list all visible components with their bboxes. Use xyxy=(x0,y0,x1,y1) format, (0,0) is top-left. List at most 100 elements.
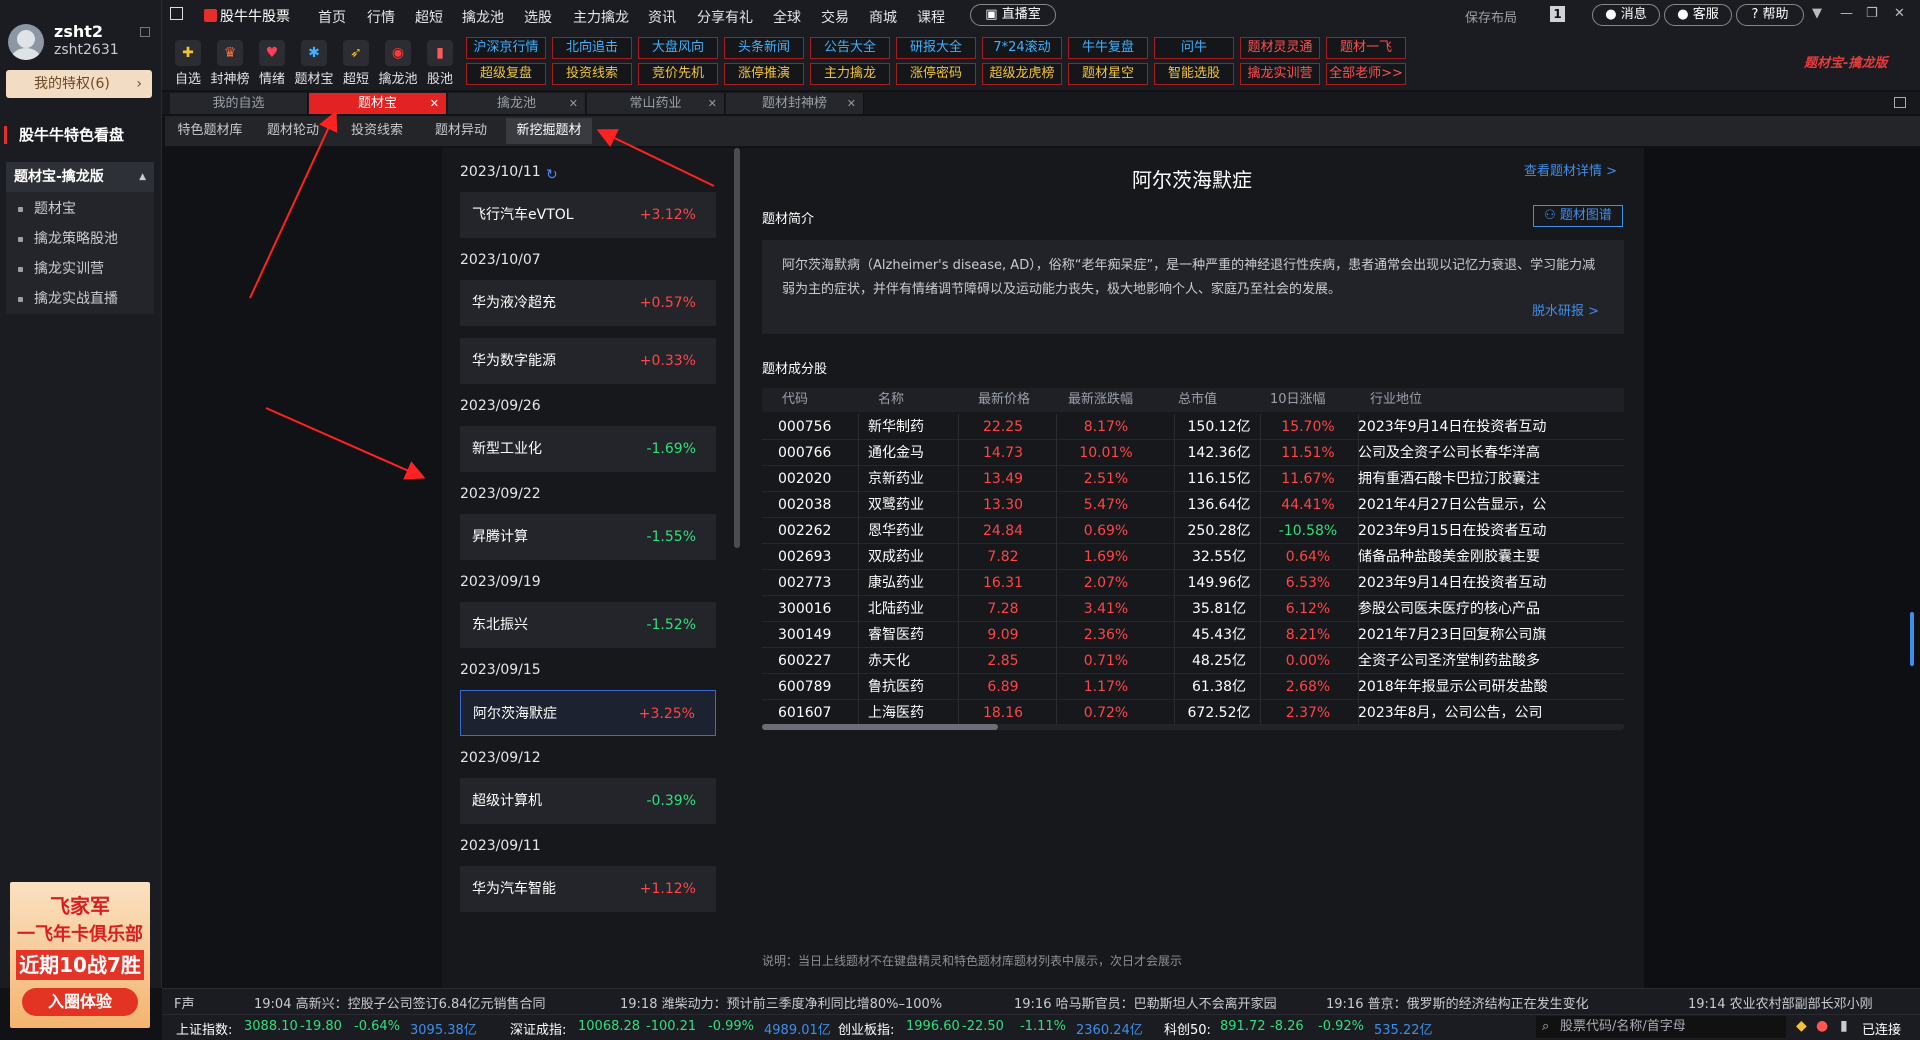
promo-join-button[interactable]: 入圈体验 xyxy=(22,988,138,1016)
tab-dragon-pool[interactable]: 擒龙池 ✕ xyxy=(448,93,586,114)
timeline-theme-item[interactable]: 飞行汽车eVTOL +3.12% xyxy=(460,192,716,238)
ticker-news[interactable]: 19:16 普京：俄罗斯的经济结构正在发生变化 xyxy=(1326,993,1589,1012)
quick-button-9[interactable]: 题材灵灵通 xyxy=(1240,37,1320,59)
privilege-button[interactable]: 我的特权(6) › xyxy=(6,70,152,98)
table-row[interactable]: 000756 新华制药 22.25 8.17% 150.12亿 15.70% 2023年9月… xyxy=(762,414,1624,440)
research-report-link[interactable]: 脱水研报 > xyxy=(1532,300,1599,319)
sidebar-item-training-camp[interactable]: 擒龙实训营 xyxy=(6,254,154,284)
col-price[interactable]: 最新价格 xyxy=(978,388,1030,412)
layout-number[interactable]: 1 xyxy=(1550,6,1565,22)
timeline-theme-item[interactable]: 东北振兴 -1.52% xyxy=(460,602,716,648)
quick-button-row2-8[interactable]: 智能选股 xyxy=(1154,63,1234,85)
nav-trade[interactable]: 交易 xyxy=(821,7,849,27)
quick-button-row2-9[interactable]: 擒龙实训营 xyxy=(1240,63,1320,85)
quick-button-row2-0[interactable]: 超级复盘 xyxy=(466,63,546,85)
ticker-news[interactable]: 19:18 潍柴动力：预计前三季度净利同比增80%–100% xyxy=(620,993,942,1012)
messages-button[interactable]: ● 消息 xyxy=(1592,4,1660,26)
stock-search-input[interactable]: ⌕ 股票代码/名称/首字母 xyxy=(1536,1016,1786,1038)
quick-button-row2-6[interactable]: 超级龙虎榜 xyxy=(982,63,1062,85)
quick-button-10[interactable]: 题材一飞 xyxy=(1326,37,1406,59)
quick-button-2[interactable]: 大盘风向 xyxy=(638,37,718,59)
close-tab-icon[interactable]: ✕ xyxy=(847,93,856,114)
timeline-theme-item[interactable]: 华为汽车智能 +1.12% xyxy=(460,866,716,912)
sidebar-item-strategy-pool[interactable]: 擒龙策略股池 xyxy=(6,224,154,254)
timeline-theme-item[interactable]: 新型工业化 -1.69% xyxy=(460,426,716,472)
tab-watchlist[interactable]: 我的自选 xyxy=(170,93,308,114)
quick-button-row2-10[interactable]: 全部老师>> xyxy=(1326,63,1406,85)
close-icon[interactable]: ✕ xyxy=(1894,6,1905,21)
table-row[interactable]: 002020 京新药业 13.49 2.51% 116.15亿 11.67% 拥有重酒石酸卡… xyxy=(762,466,1624,492)
bell-icon[interactable]: ● xyxy=(1816,1018,1828,1034)
subtab-rotation[interactable]: 题材轮动 xyxy=(256,118,330,144)
panel-minimize-icon[interactable] xyxy=(1894,97,1906,108)
close-tab-icon[interactable]: ✕ xyxy=(430,93,439,114)
tab-hall-of-fame[interactable]: 题材封神榜 ✕ xyxy=(726,93,864,114)
sidebar-item-ticaibao[interactable]: 题材宝 xyxy=(6,194,154,224)
service-button[interactable]: ● 客服 xyxy=(1664,4,1732,26)
window-menu-icon[interactable] xyxy=(170,7,183,20)
quick-button-row2-7[interactable]: 题材星空 xyxy=(1068,63,1148,85)
nav-global[interactable]: 全球 xyxy=(773,7,801,27)
col-10d-change[interactable]: 10日涨幅 xyxy=(1270,388,1326,412)
nav-quotes[interactable]: 行情 xyxy=(367,7,395,27)
ticker-news[interactable]: 19:16 哈马斯官员：巴勒斯坦人不会离开家园 xyxy=(1014,993,1277,1012)
theme-map-button[interactable]: ⚇ 题材图谱 xyxy=(1533,205,1623,227)
tab-changshan[interactable]: 常山药业 ✕ xyxy=(587,93,725,114)
nav-dragon-pool[interactable]: 擒龙池 xyxy=(462,7,504,27)
save-layout-button[interactable]: 保存布局 xyxy=(1465,7,1517,26)
quick-button-row2-4[interactable]: 主力擒龙 xyxy=(810,63,890,85)
minimize-icon[interactable]: — xyxy=(1840,6,1853,21)
sidebar-item-live[interactable]: 擒龙实战直播 xyxy=(6,284,154,314)
dropdown-icon[interactable]: ▼ xyxy=(1812,6,1822,21)
table-row[interactable]: 002773 康弘药业 16.31 2.07% 149.96亿 6.53% 2023年9月1… xyxy=(762,570,1624,596)
quick-button-0[interactable]: 沪深京行情 xyxy=(466,37,546,59)
col-code[interactable]: 代码 xyxy=(782,388,808,412)
live-room-button[interactable]: ▣ 直播室 xyxy=(970,4,1056,26)
quick-button-row2-5[interactable]: 涨停密码 xyxy=(896,63,976,85)
table-row[interactable]: 002693 双成药业 7.82 1.69% 32.55亿 0.64% 储备品种盐酸美金刚胶… xyxy=(762,544,1624,570)
ticker-news[interactable]: 19:14 农业农村部副部长邓小刚 xyxy=(1688,993,1873,1012)
quick-button-row2-1[interactable]: 投资线索 xyxy=(552,63,632,85)
quick-button-1[interactable]: 北向追击 xyxy=(552,37,632,59)
nav-news[interactable]: 资讯 xyxy=(648,7,676,27)
col-change[interactable]: 最新涨跌幅 xyxy=(1068,388,1133,412)
subtab-clues[interactable]: 投资线索 xyxy=(340,118,414,144)
timeline-theme-item[interactable]: 华为液冷超充 +0.57% xyxy=(460,280,716,326)
table-row[interactable]: 601607 上海医药 18.16 0.72% 672.52亿 2.37% 2023年8月，… xyxy=(762,700,1624,726)
nav-home[interactable]: 首页 xyxy=(318,7,346,27)
sidebar-group-header[interactable]: 题材宝-擒龙版 ▲ xyxy=(6,162,154,192)
quick-button-8[interactable]: 问牛 xyxy=(1154,37,1234,59)
table-row[interactable]: 300016 北陆药业 7.28 3.41% 35.81亿 6.12% 参股公司医未医疗的核… xyxy=(762,596,1624,622)
subtab-new-themes[interactable]: 新挖掘题材 xyxy=(506,118,592,144)
timeline-scrollbar[interactable] xyxy=(734,148,740,548)
edge-scroll-handle[interactable] xyxy=(1910,612,1914,666)
restore-icon[interactable]: ❐ xyxy=(1866,6,1878,21)
timeline-theme-item[interactable]: 昇腾计算 -1.55% xyxy=(460,514,716,560)
avatar[interactable] xyxy=(8,24,44,60)
timeline-theme-item[interactable]: 阿尔茨海默症 +3.25% xyxy=(460,690,716,736)
table-row[interactable]: 002262 恩华药业 24.84 0.69% 250.28亿 -10.58% 2023年9… xyxy=(762,518,1624,544)
table-scroll-thumb[interactable] xyxy=(762,724,998,730)
ticker-news[interactable]: 19:04 高新兴：控股子公司签订6.84亿元销售合同 xyxy=(254,993,546,1012)
col-industry[interactable]: 行业地位 xyxy=(1370,388,1422,412)
quick-button-5[interactable]: 研报大全 xyxy=(896,37,976,59)
timeline-theme-item[interactable]: 超级计算机 -0.39% xyxy=(460,778,716,824)
table-row[interactable]: 600227 赤天化 2.85 0.71% 48.25亿 0.00% 全资子公司圣济堂制药盐… xyxy=(762,648,1624,674)
promo-banner[interactable]: 飞家军 一飞年卡俱乐部 近期10战7胜 入圈体验 xyxy=(10,882,150,1028)
view-theme-detail-link[interactable]: 查看题材详情 > xyxy=(1524,160,1617,179)
table-row[interactable]: 600789 鲁抗医药 6.89 1.17% 61.38亿 2.68% 2018年年报显示公… xyxy=(762,674,1624,700)
refresh-icon[interactable]: ↻ xyxy=(546,167,558,183)
nav-main-force[interactable]: 主力擒龙 xyxy=(573,7,629,27)
help-button[interactable]: ? 帮助 xyxy=(1736,4,1804,26)
copy-icon[interactable] xyxy=(140,27,150,37)
table-row[interactable]: 300149 睿智医药 9.09 2.36% 45.43亿 8.21% 2021年7月23日… xyxy=(762,622,1624,648)
timeline-theme-item[interactable]: 华为数字能源 +0.33% xyxy=(460,338,716,384)
quick-button-row2-2[interactable]: 竞价先机 xyxy=(638,63,718,85)
col-market-cap[interactable]: 总市值 xyxy=(1178,388,1217,412)
close-tab-icon[interactable]: ✕ xyxy=(569,93,578,114)
close-tab-icon[interactable]: ✕ xyxy=(708,93,717,114)
table-row[interactable]: 000766 通化金马 14.73 10.01% 142.36亿 11.51% 公司及全资子… xyxy=(762,440,1624,466)
subtab-featured-library[interactable]: 特色题材库 xyxy=(168,118,252,144)
quick-button-3[interactable]: 头条新闻 xyxy=(724,37,804,59)
table-row[interactable]: 002038 双鹭药业 13.30 5.47% 136.64亿 44.41% 2021年4月… xyxy=(762,492,1624,518)
